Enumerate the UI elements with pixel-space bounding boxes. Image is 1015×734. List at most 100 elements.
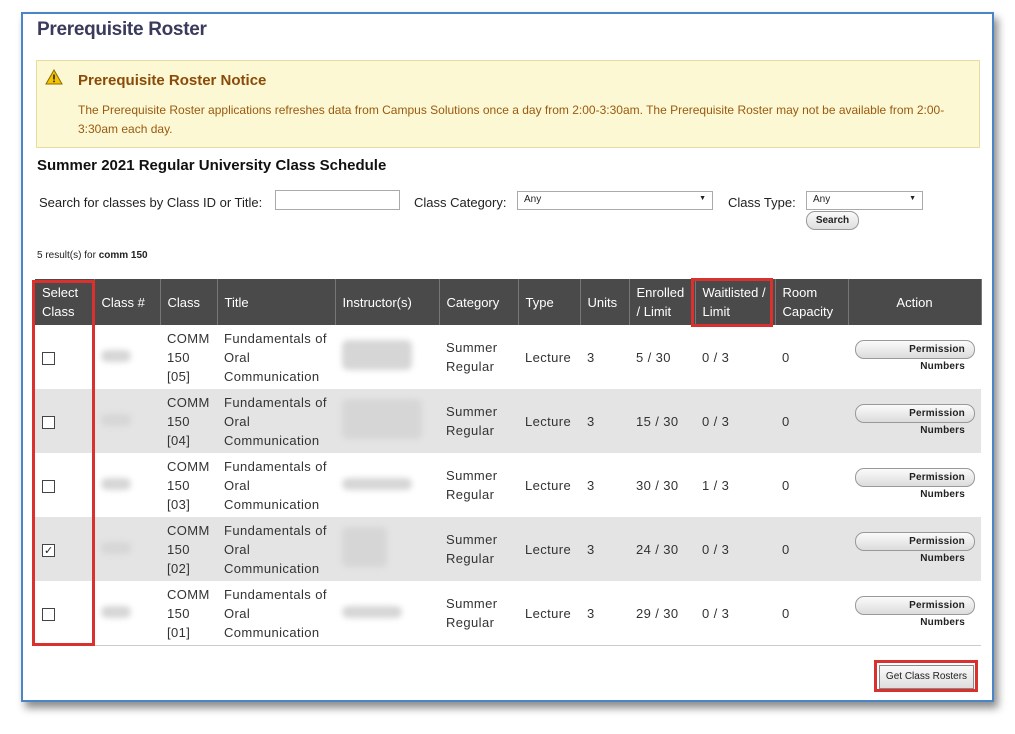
room-capacity-cell: 0 xyxy=(782,477,790,493)
redacted-instructor xyxy=(342,398,422,439)
enrolled-cell: 5 / 30 xyxy=(636,349,671,365)
roster-table: Select Class Class # Class Title Instruc… xyxy=(35,279,982,645)
header-type[interactable]: Type xyxy=(518,279,581,325)
waitlisted-cell: 0 / 3 xyxy=(702,349,730,365)
header-class[interactable]: Class xyxy=(160,279,218,325)
notice-text: The Prerequisite Roster applications ref… xyxy=(78,103,945,136)
schedule-title: Summer 2021 Regular University Class Sch… xyxy=(37,157,387,174)
title-cell: Fundamentals of Oral Communication xyxy=(217,389,335,453)
warning-icon xyxy=(45,69,63,85)
class-category-label: Class Category: xyxy=(414,195,507,210)
instructor-cell xyxy=(335,389,439,453)
redacted-instructor xyxy=(342,477,412,490)
select-class-checkbox[interactable] xyxy=(42,542,55,561)
permission-numbers-button[interactable]: Permission Numbers xyxy=(855,468,975,500)
room-capacity-cell: 0 xyxy=(775,389,848,453)
class-number-cell xyxy=(94,325,160,389)
notice-box: Prerequisite Roster Notice The Prerequis… xyxy=(36,60,980,148)
title-cell: Fundamentals of Oral Communication xyxy=(224,586,327,640)
class-type-value: Any xyxy=(813,194,831,205)
instructor-cell xyxy=(335,325,439,389)
type-cell: Lecture xyxy=(525,349,572,365)
chevron-down-icon: ▼ xyxy=(909,195,916,202)
type-cell: Lecture xyxy=(518,517,580,581)
header-category[interactable]: Category xyxy=(439,279,519,325)
enrolled-cell: 29 / 30 xyxy=(636,605,679,621)
units-cell: 3 xyxy=(587,349,595,365)
page-title: Prerequisite Roster xyxy=(37,19,207,40)
redacted-instructor xyxy=(342,339,412,370)
category-cell: Summer Regular xyxy=(446,468,498,502)
header-waitlisted[interactable]: Waitlisted / Limit xyxy=(695,279,776,325)
table-row: COMM 150 [04] Fundamentals of Oral Commu… xyxy=(35,389,981,453)
action-cell: Permission Numbers xyxy=(848,517,981,581)
redacted-instructor xyxy=(342,605,402,618)
class-number-cell xyxy=(94,453,160,517)
class-cell: COMM 150 [05] xyxy=(167,330,210,384)
units-cell: 3 xyxy=(580,517,629,581)
permission-numbers-button[interactable]: Permission Numbers xyxy=(855,596,975,628)
title-cell: Fundamentals of Oral Communication xyxy=(217,517,335,581)
class-number-cell xyxy=(94,517,160,581)
room-capacity-cell: 0 xyxy=(775,517,848,581)
enrolled-cell: 15 / 30 xyxy=(629,389,695,453)
type-cell: Lecture xyxy=(518,389,580,453)
class-cell: COMM 150 [04] xyxy=(160,389,217,453)
table-row: COMM 150 [02] Fundamentals of Oral Commu… xyxy=(35,517,981,581)
enrolled-cell: 30 / 30 xyxy=(636,477,679,493)
permission-numbers-button[interactable]: Permission Numbers xyxy=(855,404,975,436)
category-cell: Summer Regular xyxy=(446,340,498,374)
get-class-rosters-button[interactable]: Get Class Rosters xyxy=(879,665,974,689)
header-room-capacity[interactable]: Room Capacity xyxy=(775,279,849,325)
room-capacity-cell: 0 xyxy=(782,349,790,365)
select-cell xyxy=(35,517,94,581)
select-cell xyxy=(35,581,94,645)
header-instructor[interactable]: Instructor(s) xyxy=(335,279,440,325)
enrolled-cell: 24 / 30 xyxy=(629,517,695,581)
instructor-cell xyxy=(335,453,439,517)
redacted-class-number xyxy=(101,413,131,426)
units-cell: 3 xyxy=(587,477,595,493)
units-cell: 3 xyxy=(580,389,629,453)
action-cell: Permission Numbers xyxy=(848,453,981,517)
class-type-select[interactable]: Any ▼ xyxy=(806,191,923,210)
redacted-class-number xyxy=(101,541,131,554)
header-action: Action xyxy=(848,279,982,325)
chevron-down-icon: ▼ xyxy=(699,195,706,202)
waitlisted-cell: 0 / 3 xyxy=(695,517,775,581)
table-header-row: Select Class Class # Class Title Instruc… xyxy=(35,279,982,325)
search-button[interactable]: Search xyxy=(806,211,859,230)
header-enrolled[interactable]: Enrolled / Limit xyxy=(629,279,696,325)
title-cell: Fundamentals of Oral Communication xyxy=(224,330,327,384)
redacted-class-number xyxy=(101,349,131,362)
select-class-checkbox[interactable] xyxy=(42,415,55,429)
category-cell: Summer Regular xyxy=(439,389,518,453)
select-cell xyxy=(35,325,94,389)
instructor-cell xyxy=(335,517,439,581)
instructor-cell xyxy=(335,581,439,645)
select-cell xyxy=(35,453,94,517)
results-query: comm 150 xyxy=(98,250,148,261)
table-row: COMM 150 [01] Fundamentals of Oral Commu… xyxy=(35,581,981,645)
category-cell: Summer Regular xyxy=(439,517,518,581)
header-units[interactable]: Units xyxy=(580,279,630,325)
header-class-number[interactable]: Class # xyxy=(94,279,161,325)
permission-numbers-button[interactable]: Permission Numbers xyxy=(855,340,975,372)
header-title[interactable]: Title xyxy=(217,279,336,325)
select-cell xyxy=(35,389,94,453)
select-class-checkbox[interactable] xyxy=(42,479,55,493)
class-category-select[interactable]: Any ▼ xyxy=(517,191,713,210)
class-cell: COMM 150 [02] xyxy=(160,517,217,581)
permission-numbers-button[interactable]: Permission Numbers xyxy=(855,532,975,564)
class-category-value: Any xyxy=(524,194,542,205)
select-class-checkbox[interactable] xyxy=(42,351,55,365)
class-cell: COMM 150 [03] xyxy=(167,458,210,512)
action-cell: Permission Numbers xyxy=(848,389,981,453)
table-row: COMM 150 [03] Fundamentals of Oral Commu… xyxy=(35,453,981,517)
waitlisted-cell: 0 / 3 xyxy=(702,605,730,621)
class-id-label: Search for classes by Class ID or Title: xyxy=(39,195,263,210)
app-window: Prerequisite Roster Prerequisite Roster … xyxy=(21,12,994,702)
class-id-search-input[interactable] xyxy=(275,190,400,210)
results-count: 5 result(s) for comm 150 xyxy=(37,250,148,261)
select-class-checkbox[interactable] xyxy=(42,607,55,621)
